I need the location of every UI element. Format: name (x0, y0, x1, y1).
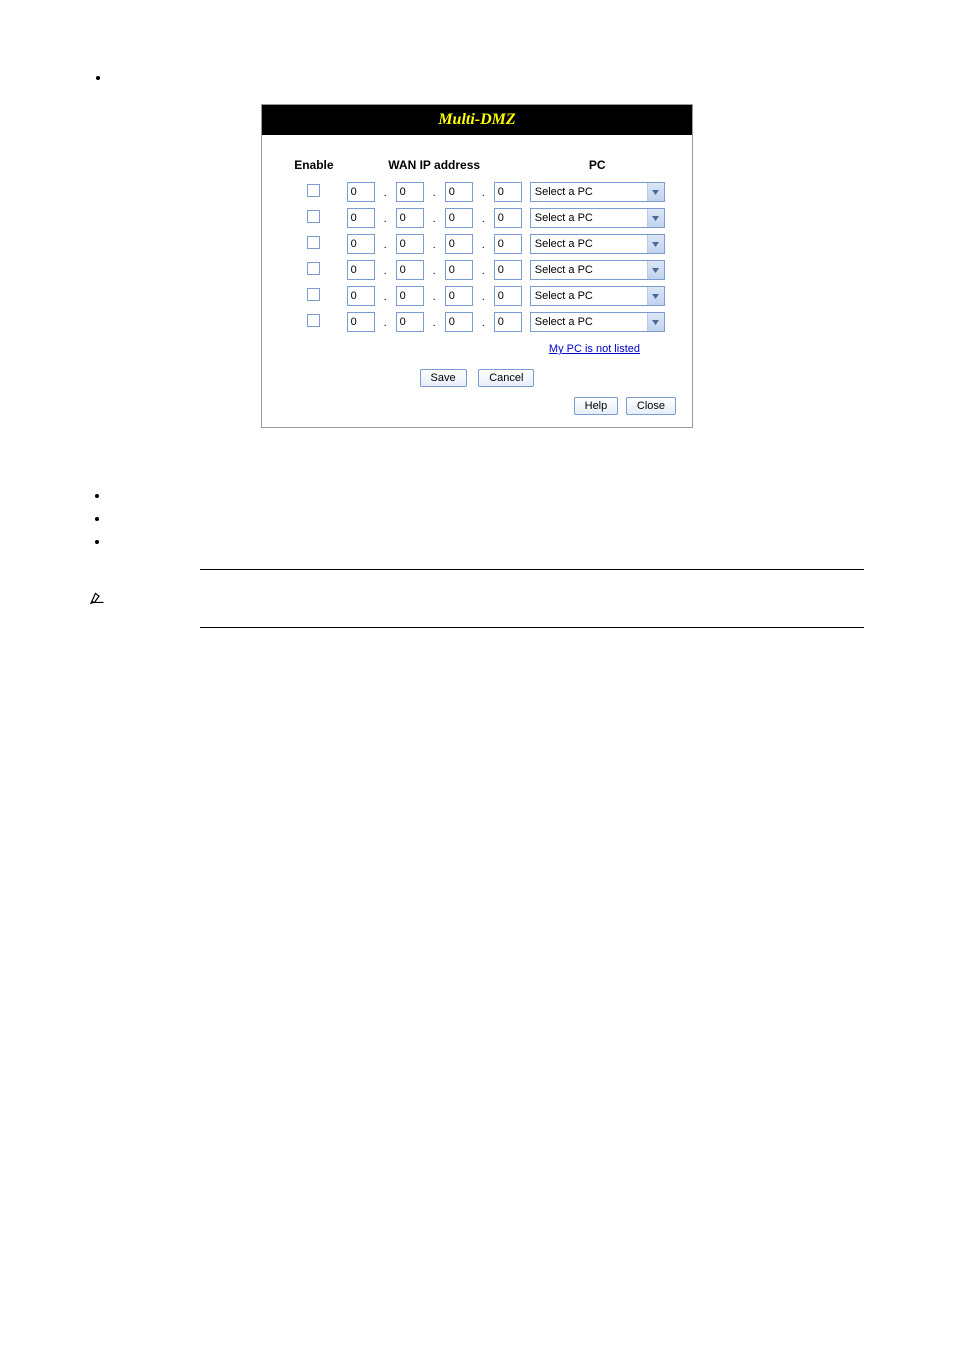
pc-select[interactable]: Select a PC (530, 260, 665, 280)
table-row: . . . Select a PC (286, 180, 668, 204)
ip-octet-1[interactable] (347, 208, 375, 228)
ip-dot: . (432, 187, 437, 199)
ip-octet-3[interactable] (445, 208, 473, 228)
ip-octet-3[interactable] (445, 286, 473, 306)
pen-icon (90, 590, 108, 607)
ip-dot: . (383, 239, 388, 251)
my-pc-not-listed-link[interactable]: My PC is not listed (549, 343, 640, 355)
note-row (90, 590, 864, 607)
ip-octet-3[interactable] (445, 312, 473, 332)
bullet-item (110, 70, 864, 84)
ip-octet-4[interactable] (494, 234, 522, 254)
col-wan-ip: WAN IP address (344, 155, 525, 178)
cancel-button[interactable]: Cancel (478, 369, 534, 387)
pc-select[interactable]: Select a PC (530, 286, 665, 306)
pc-select[interactable]: Select a PC (530, 182, 665, 202)
not-listed-row: My PC is not listed (272, 340, 682, 355)
save-cancel-row: Save Cancel (272, 369, 682, 387)
table-row: . . . Select a PC (286, 232, 668, 256)
ip-octet-4[interactable] (494, 312, 522, 332)
help-button[interactable]: Help (574, 397, 619, 415)
ip-dot: . (481, 187, 486, 199)
save-button[interactable]: Save (420, 369, 467, 387)
ip-octet-2[interactable] (396, 260, 424, 280)
ip-dot: . (481, 213, 486, 225)
help-close-row: Help Close (272, 397, 676, 415)
chevron-down-icon (647, 209, 664, 227)
close-button[interactable]: Close (626, 397, 676, 415)
table-row: . . . Select a PC (286, 284, 668, 308)
ip-dot: . (481, 239, 486, 251)
ip-dot: . (432, 213, 437, 225)
ip-dot: . (383, 291, 388, 303)
ip-dot: . (383, 187, 388, 199)
lower-bullet-list (110, 488, 864, 549)
ip-octet-2[interactable] (396, 208, 424, 228)
divider (200, 569, 864, 570)
ip-octet-2[interactable] (396, 312, 424, 332)
ip-octet-4[interactable] (494, 260, 522, 280)
chevron-down-icon (647, 235, 664, 253)
pc-select[interactable]: Select a PC (530, 312, 665, 332)
col-enable: Enable (286, 155, 341, 178)
chevron-down-icon (647, 261, 664, 279)
ip-octet-1[interactable] (347, 312, 375, 332)
ip-octet-2[interactable] (396, 182, 424, 202)
pc-select-value: Select a PC (535, 264, 593, 276)
chevron-down-icon (647, 313, 664, 331)
pc-select-value: Select a PC (535, 316, 593, 328)
table-row: . . . Select a PC (286, 310, 668, 334)
bullet-item (110, 511, 864, 526)
pc-select[interactable]: Select a PC (530, 208, 665, 228)
ip-octet-3[interactable] (445, 182, 473, 202)
enable-checkbox[interactable] (307, 236, 320, 249)
ip-dot: . (481, 291, 486, 303)
ip-dot: . (432, 265, 437, 277)
divider (200, 627, 864, 628)
table-row: . . . Select a PC (286, 258, 668, 282)
ip-octet-1[interactable] (347, 286, 375, 306)
pc-select-value: Select a PC (535, 290, 593, 302)
enable-checkbox[interactable] (307, 314, 320, 327)
ip-octet-4[interactable] (494, 182, 522, 202)
upper-bullet-list (110, 70, 864, 84)
table-header-row: Enable WAN IP address PC (286, 155, 668, 178)
enable-checkbox[interactable] (307, 210, 320, 223)
ip-dot: . (383, 213, 388, 225)
ip-dot: . (432, 239, 437, 251)
ip-octet-4[interactable] (494, 286, 522, 306)
ip-octet-1[interactable] (347, 234, 375, 254)
chevron-down-icon (647, 183, 664, 201)
ip-dot: . (383, 265, 388, 277)
ip-octet-1[interactable] (347, 260, 375, 280)
dmz-table: Enable WAN IP address PC . . . Select a … (284, 153, 670, 336)
pc-select-value: Select a PC (535, 238, 593, 250)
ip-octet-3[interactable] (445, 260, 473, 280)
enable-checkbox[interactable] (307, 288, 320, 301)
pc-select-value: Select a PC (535, 212, 593, 224)
bullet-item (110, 534, 864, 549)
ip-dot: . (481, 265, 486, 277)
enable-checkbox[interactable] (307, 262, 320, 275)
ip-octet-3[interactable] (445, 234, 473, 254)
col-pc: PC (527, 155, 668, 178)
multi-dmz-dialog: Multi-DMZ Enable WAN IP address PC . . .… (261, 104, 693, 428)
pc-select[interactable]: Select a PC (530, 234, 665, 254)
ip-octet-2[interactable] (396, 286, 424, 306)
ip-dot: . (432, 291, 437, 303)
dialog-title: Multi-DMZ (262, 105, 692, 135)
ip-dot: . (432, 317, 437, 329)
ip-octet-2[interactable] (396, 234, 424, 254)
enable-checkbox[interactable] (307, 184, 320, 197)
ip-dot: . (481, 317, 486, 329)
dialog-body: Enable WAN IP address PC . . . Select a … (262, 135, 692, 427)
chevron-down-icon (647, 287, 664, 305)
ip-dot: . (383, 317, 388, 329)
pc-select-value: Select a PC (535, 186, 593, 198)
bullet-item (110, 488, 864, 503)
table-row: . . . Select a PC (286, 206, 668, 230)
ip-octet-4[interactable] (494, 208, 522, 228)
ip-octet-1[interactable] (347, 182, 375, 202)
